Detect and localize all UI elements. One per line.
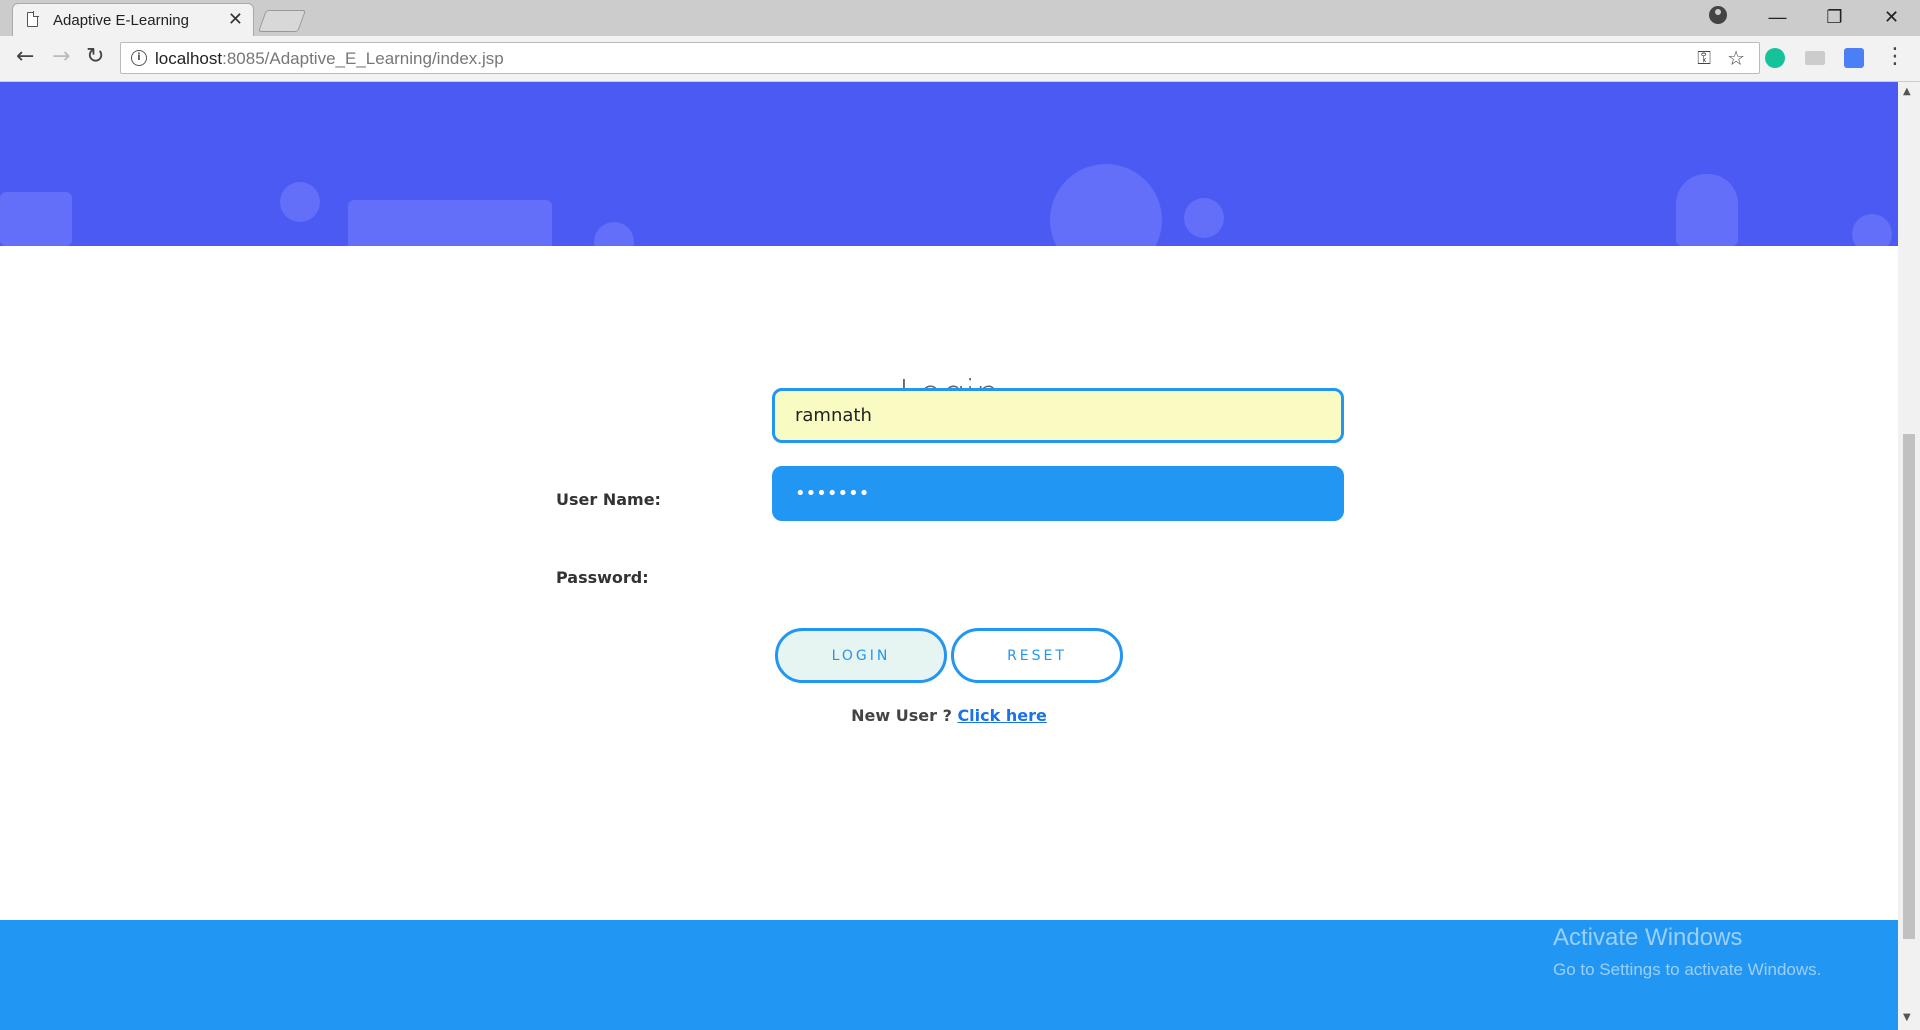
- info-icon[interactable]: i: [131, 50, 147, 66]
- browser-menu-icon[interactable]: ⋮: [1884, 44, 1906, 69]
- banner-laptop-illustration: [348, 200, 552, 246]
- username-label: User Name:: [556, 490, 661, 509]
- minimize-button[interactable]: —: [1749, 0, 1806, 34]
- window-controls: — ❐ ✕: [1749, 0, 1920, 34]
- browser-tab[interactable]: Adaptive E-Learning ✕: [12, 3, 254, 36]
- bookmark-star-icon[interactable]: ☆: [1727, 46, 1745, 70]
- banner-dot-illustration-right: [1852, 214, 1892, 246]
- bulb-illustration-icon: [1050, 164, 1162, 246]
- new-tab-button[interactable]: [257, 10, 307, 32]
- translate-extension-icon[interactable]: [1844, 48, 1864, 68]
- document-icon: [27, 11, 39, 27]
- activate-windows-subtitle: Go to Settings to activate Windows.: [1553, 960, 1822, 979]
- reload-icon[interactable]: ↻: [86, 46, 104, 68]
- register-link[interactable]: Click here: [957, 706, 1046, 725]
- back-arrow-icon[interactable]: ←: [16, 46, 34, 68]
- username-input[interactable]: [772, 388, 1344, 443]
- browser-tabstrip: Adaptive E-Learning ✕ — ❐ ✕: [0, 0, 1920, 36]
- person-illustration-icon: [1676, 174, 1738, 246]
- password-input[interactable]: [772, 466, 1344, 521]
- vertical-scrollbar[interactable]: ▲ ▼: [1898, 82, 1920, 1030]
- url-host: localhost: [155, 49, 223, 68]
- key-icon[interactable]: ⚿: [1697, 48, 1711, 69]
- tab-close-icon[interactable]: ✕: [228, 9, 243, 30]
- scroll-up-icon[interactable]: ▲: [1903, 86, 1911, 97]
- grammarly-extension-icon[interactable]: [1765, 48, 1785, 68]
- new-user-prompt: New User ? Click here: [0, 706, 1898, 725]
- page-viewport: Login: [0, 82, 1898, 1030]
- forward-arrow-icon[interactable]: →: [52, 46, 70, 68]
- reset-button[interactable]: RESET: [951, 628, 1123, 683]
- scroll-down-icon[interactable]: ▼: [1903, 1012, 1911, 1023]
- tab-title: Adaptive E-Learning: [53, 12, 189, 29]
- restore-button[interactable]: ❐: [1806, 0, 1863, 34]
- activate-windows-title: Activate Windows: [1553, 924, 1743, 951]
- url-path: :8085/Adaptive_E_Learning/index.jsp: [222, 49, 504, 68]
- address-bar[interactable]: i localhost:8085/Adaptive_E_Learning/ind…: [120, 42, 1760, 74]
- scroll-thumb[interactable]: [1903, 434, 1915, 939]
- browser-toolbar: ← → ↻ i localhost:8085/Adaptive_E_Learni…: [0, 36, 1920, 82]
- hero-banner: [0, 82, 1898, 246]
- new-user-text: New User ?: [851, 706, 952, 725]
- cast-extension-icon[interactable]: [1805, 51, 1825, 65]
- password-label: Password:: [556, 568, 649, 587]
- url-text[interactable]: localhost:8085/Adaptive_E_Learning/index…: [155, 49, 504, 69]
- banner-dot-illustration: [594, 222, 634, 246]
- gear-illustration-icon: [1184, 198, 1224, 238]
- banner-screen-illustration: [0, 192, 72, 246]
- banner-circle-illustration: [280, 182, 320, 222]
- profile-icon[interactable]: [1709, 6, 1727, 24]
- login-button[interactable]: LOGIN: [775, 628, 947, 683]
- close-window-button[interactable]: ✕: [1863, 0, 1920, 34]
